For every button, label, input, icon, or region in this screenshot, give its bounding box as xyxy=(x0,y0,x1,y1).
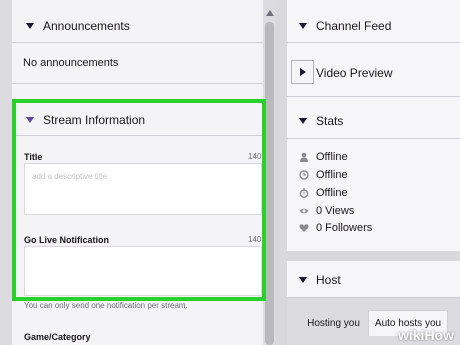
section-gap xyxy=(287,251,460,261)
stat-label: Offline xyxy=(316,151,348,163)
clock-icon xyxy=(299,170,309,180)
collapse-triangle-icon xyxy=(26,117,34,123)
video-preview-toggle-button[interactable] xyxy=(291,60,314,84)
stream-information-header[interactable]: Stream Information xyxy=(26,113,145,127)
title-label: Title xyxy=(24,152,43,162)
watermark-wiki: wiki xyxy=(397,327,425,343)
host-header[interactable]: Host xyxy=(299,273,341,287)
announcements-header[interactable]: Announcements xyxy=(26,19,130,33)
person-icon xyxy=(300,152,308,162)
divider xyxy=(287,42,460,43)
stats-title: Stats xyxy=(316,114,344,128)
stopwatch-icon xyxy=(299,188,309,198)
host-title: Host xyxy=(316,273,341,287)
divider xyxy=(12,83,263,84)
announcements-title: Announcements xyxy=(43,19,130,33)
heart-icon xyxy=(299,224,309,232)
stat-views: 0 Views xyxy=(299,205,354,217)
wikihow-watermark: wikiHow xyxy=(398,327,454,343)
stat-label: Offline xyxy=(316,169,348,181)
channel-feed-title: Channel Feed xyxy=(316,19,392,33)
video-preview-title[interactable]: Video Preview xyxy=(316,66,393,80)
collapse-triangle-icon xyxy=(299,277,307,283)
title-input[interactable]: add a descriptive title xyxy=(24,163,262,215)
stat-label: 0 Followers xyxy=(316,222,373,234)
game-category-label: Game/Category xyxy=(24,332,91,342)
stream-information-title: Stream Information xyxy=(43,113,146,127)
left-column: Announcements No announcements Stream In… xyxy=(0,0,276,345)
notification-note: You can only send one notification per s… xyxy=(24,301,188,310)
stat-duration: Offline xyxy=(299,187,348,199)
watermark-how: How xyxy=(424,327,454,343)
stat-label: 0 Views xyxy=(316,205,355,217)
collapse-triangle-icon xyxy=(299,118,307,124)
scroll-up-arrow-icon[interactable] xyxy=(266,10,274,16)
title-placeholder: add a descriptive title xyxy=(32,172,108,181)
stat-uptime: Offline xyxy=(299,169,348,181)
scrollbar-thumb[interactable] xyxy=(265,22,274,345)
right-column: Channel Feed Video Preview Stats Offline… xyxy=(287,0,460,345)
divider xyxy=(12,42,263,43)
stat-status: Offline xyxy=(299,151,348,163)
collapse-triangle-icon xyxy=(299,23,307,29)
divider xyxy=(287,138,460,139)
stat-followers: 0 Followers xyxy=(299,222,372,234)
title-char-count: 140 xyxy=(248,152,262,161)
go-live-char-count: 140 xyxy=(248,235,262,244)
stats-header[interactable]: Stats xyxy=(299,114,343,128)
announcements-body: No announcements xyxy=(23,57,119,69)
channel-feed-header[interactable]: Channel Feed xyxy=(299,19,391,33)
expand-triangle-icon xyxy=(299,68,306,76)
divider xyxy=(16,135,263,136)
stat-label: Offline xyxy=(316,187,348,199)
tab-hosting-you[interactable]: Hosting you xyxy=(299,310,368,336)
go-live-notification-input[interactable] xyxy=(24,246,262,296)
collapse-triangle-icon xyxy=(26,23,34,29)
divider xyxy=(287,96,460,97)
tab-label: Hosting you xyxy=(307,317,360,329)
eye-icon xyxy=(299,208,309,214)
go-live-notification-label: Go Live Notification xyxy=(24,235,110,245)
